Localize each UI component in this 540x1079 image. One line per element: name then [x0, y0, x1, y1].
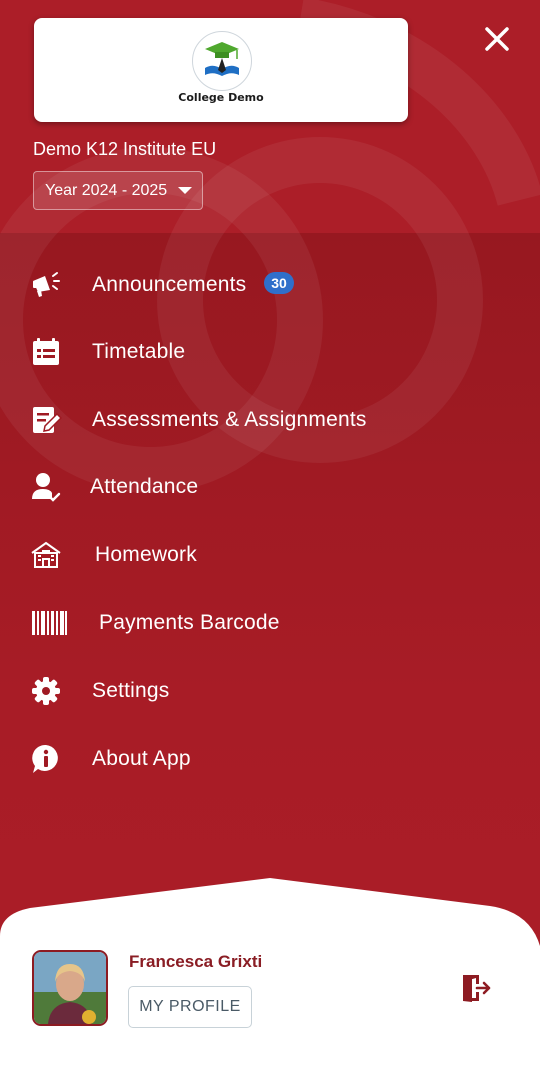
- menu-item-label: Homework: [95, 543, 197, 566]
- person-check-icon: [30, 471, 62, 503]
- announcements-count-badge: 30: [264, 272, 294, 294]
- edit-document-icon: [30, 404, 63, 436]
- institute-name: Demo K12 Institute EU: [33, 139, 217, 159]
- menu-item-label: Settings: [92, 679, 170, 702]
- megaphone-icon: [30, 268, 62, 300]
- menu-item-attendance[interactable]: Attendance: [0, 456, 540, 516]
- menu-item-timetable[interactable]: Timetable: [0, 321, 540, 381]
- close-icon[interactable]: [482, 24, 512, 54]
- menu-item-homework[interactable]: Homework: [0, 524, 540, 584]
- academic-year-select[interactable]: Year 2024 - 2025: [33, 171, 203, 210]
- barcode-icon: [30, 607, 70, 639]
- info-bubble-icon: [30, 743, 62, 775]
- menu-item-label: Attendance: [90, 475, 199, 498]
- menu-item-label: Assessments & Assignments: [92, 408, 367, 431]
- menu-item-label: About App: [92, 747, 191, 770]
- gear-icon: [30, 675, 62, 707]
- menu-item-settings[interactable]: Settings: [0, 660, 540, 720]
- my-profile-button[interactable]: MY PROFILE: [128, 986, 252, 1028]
- graduation-cap-logo-icon: [192, 31, 252, 91]
- menu-item-about-app[interactable]: About App: [0, 728, 540, 788]
- avatar[interactable]: [32, 950, 108, 1026]
- menu-item-label: Timetable: [92, 340, 186, 363]
- menu-item-payments-barcode[interactable]: Payments Barcode: [0, 592, 540, 652]
- academic-year-value: Year 2024 - 2025: [45, 182, 168, 199]
- menu-item-assessments[interactable]: Assessments & Assignments: [0, 389, 540, 449]
- user-name: Francesca Grixti: [129, 952, 263, 971]
- calendar-icon: [30, 336, 62, 368]
- logout-icon[interactable]: [460, 972, 492, 1004]
- school-logo-card: College Demo: [34, 18, 408, 122]
- school-logo-text: College Demo: [178, 91, 264, 104]
- menu-item-label: Payments Barcode: [99, 611, 280, 634]
- chevron-down-icon: [178, 187, 192, 194]
- school-house-icon: [30, 539, 62, 571]
- menu-item-label: Announcements: [92, 273, 247, 296]
